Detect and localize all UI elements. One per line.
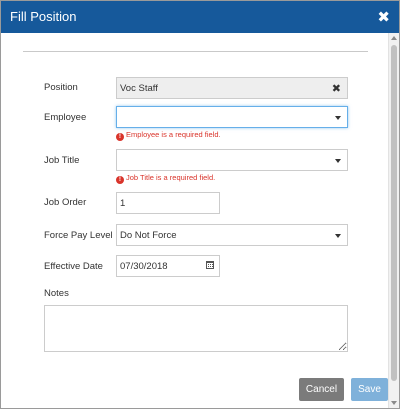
force-pay-level-label: Force Pay Level bbox=[44, 230, 113, 241]
position-value: Voc Staff bbox=[120, 83, 158, 94]
employee-error: ! Employee is a required field. bbox=[116, 130, 221, 141]
vertical-scrollbar[interactable] bbox=[388, 33, 399, 408]
header-divider bbox=[23, 51, 368, 52]
exclamation-circle-icon: ! bbox=[116, 176, 124, 184]
dialog-header: Fill Position ✖ bbox=[1, 1, 399, 33]
dialog-title: Fill Position bbox=[10, 9, 77, 24]
effective-date-value: 07/30/2018 bbox=[120, 261, 168, 272]
employee-label: Employee bbox=[44, 112, 87, 123]
employee-select[interactable] bbox=[116, 106, 348, 128]
chevron-down-icon[interactable] bbox=[335, 116, 341, 120]
effective-date-label: Effective Date bbox=[44, 261, 103, 272]
calendar-icon[interactable] bbox=[206, 261, 214, 269]
clear-icon[interactable]: ✖ bbox=[332, 82, 341, 95]
job-order-input[interactable]: 1 bbox=[116, 192, 220, 214]
job-title-select[interactable] bbox=[116, 149, 348, 171]
fill-position-dialog: Fill Position ✖ Position Voc Staff ✖ Emp… bbox=[0, 0, 400, 409]
job-title-error-text: Job Title is a required field. bbox=[126, 173, 216, 182]
scroll-up-arrow-icon[interactable] bbox=[391, 36, 397, 40]
chevron-down-icon[interactable] bbox=[335, 159, 341, 163]
job-order-label: Job Order bbox=[44, 197, 87, 208]
cancel-button[interactable]: Cancel bbox=[299, 378, 344, 401]
scrollbar-thumb[interactable] bbox=[391, 45, 397, 381]
effective-date-input[interactable]: 07/30/2018 bbox=[116, 255, 220, 277]
close-icon[interactable]: ✖ bbox=[377, 8, 390, 26]
position-field: Voc Staff ✖ bbox=[116, 77, 348, 99]
position-label: Position bbox=[44, 82, 78, 93]
job-order-value: 1 bbox=[120, 198, 126, 209]
notes-label: Notes bbox=[44, 288, 69, 299]
chevron-down-icon[interactable] bbox=[335, 234, 341, 238]
exclamation-circle-icon: ! bbox=[116, 133, 124, 141]
job-title-error: ! Job Title is a required field. bbox=[116, 173, 215, 184]
job-title-label: Job Title bbox=[44, 155, 80, 166]
force-pay-level-select[interactable]: Do Not Force bbox=[116, 224, 348, 246]
employee-error-text: Employee is a required field. bbox=[126, 130, 221, 139]
save-button[interactable]: Save bbox=[351, 378, 388, 401]
scroll-down-arrow-icon[interactable] bbox=[391, 401, 397, 405]
notes-textarea[interactable] bbox=[44, 305, 348, 352]
force-pay-level-value: Do Not Force bbox=[120, 230, 177, 241]
